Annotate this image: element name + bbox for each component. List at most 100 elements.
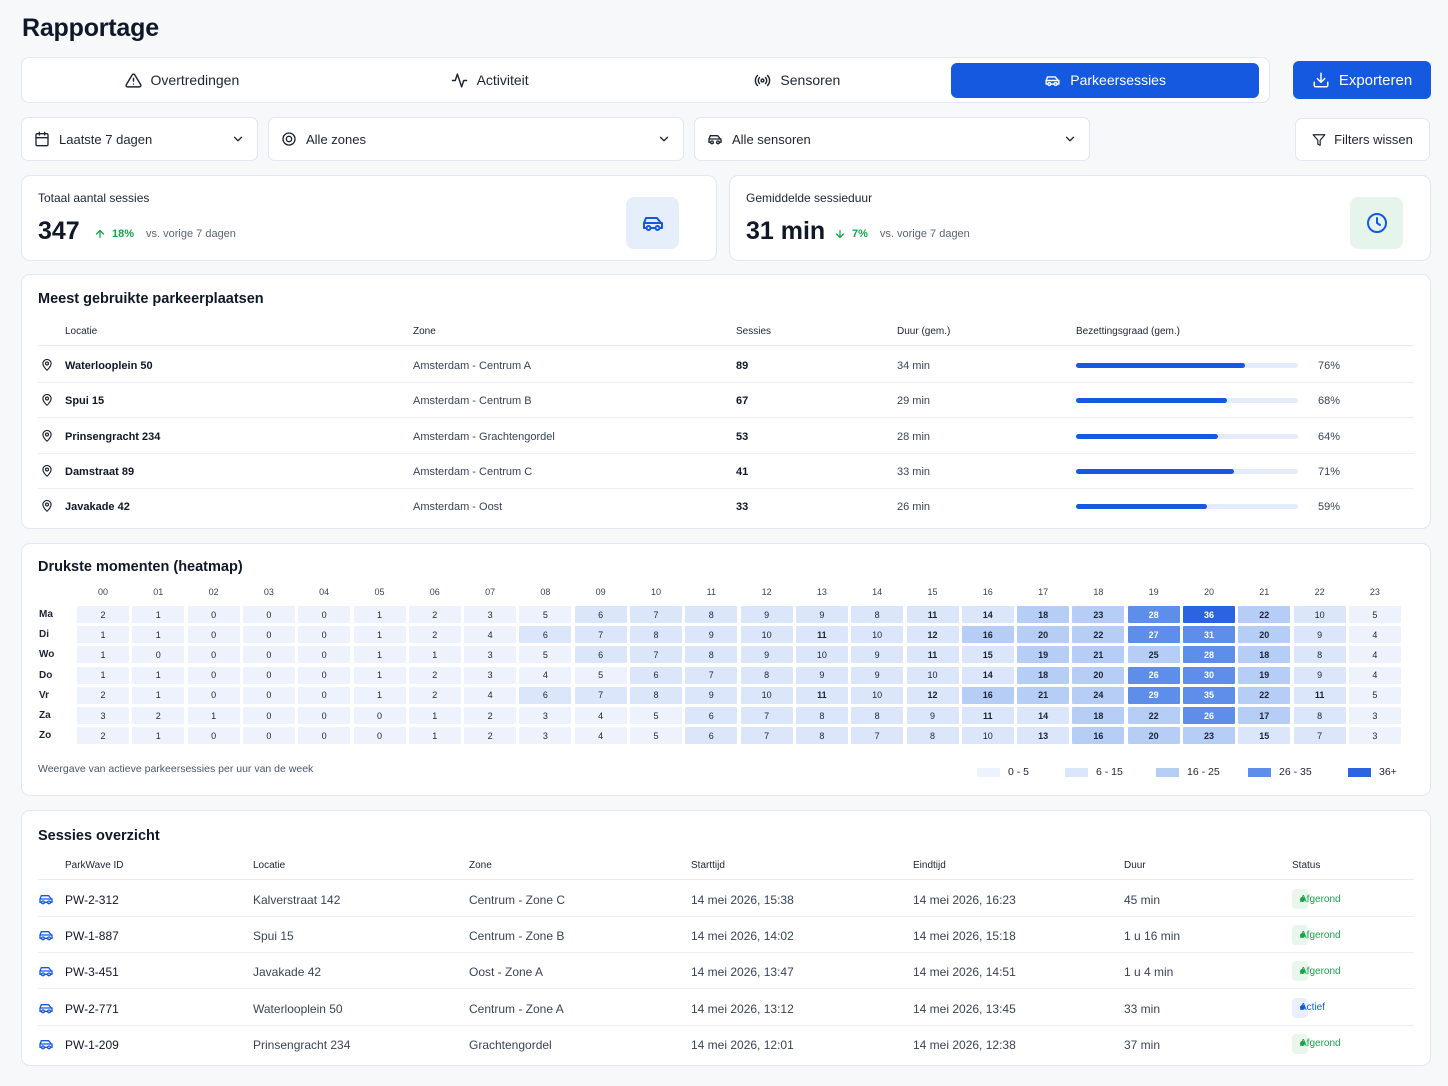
heatmap-cell: 5 xyxy=(1348,686,1401,704)
hour-label: 11 xyxy=(706,587,716,597)
export-button[interactable]: Exporteren xyxy=(1293,61,1431,99)
car-icon xyxy=(39,895,53,905)
session-zone: Centrum - Zone A xyxy=(469,1001,564,1016)
car-icon xyxy=(1045,75,1060,86)
heatmap-cell: 8 xyxy=(906,727,959,745)
heatmap-cell: 4 xyxy=(464,686,517,704)
heatmap-cell: 6 xyxy=(630,666,682,684)
session-end: 14 mei 2026, 16:23 xyxy=(913,893,1016,907)
heatmap-cell: 5 xyxy=(519,606,572,623)
table-row[interactable]: PW-1-209 Prinsengracht 234 Grachtengordel 1… xyxy=(38,1026,1414,1062)
status-badge: Afgerond xyxy=(1292,1033,1341,1054)
heatmap-cell: 0 xyxy=(298,686,351,704)
heatmap-cell: 0 xyxy=(187,686,240,704)
location-pin-icon xyxy=(42,394,52,407)
heatmap-cell: 11 xyxy=(906,606,959,623)
session-start: 14 mei 2026, 13:12 xyxy=(691,1001,794,1016)
legend-label: 36+ xyxy=(1379,766,1397,778)
heatmap-cell: 4 xyxy=(574,707,627,724)
heatmap-cell: 1 xyxy=(187,707,240,724)
heatmap-cell: 15 xyxy=(961,646,1014,664)
session-location: Javakade 42 xyxy=(253,965,322,980)
car-icon xyxy=(39,1003,53,1013)
table-row[interactable]: PW-3-451 Javakade 42 Oost - Zone A 14 mei 2… xyxy=(38,953,1414,990)
stat-label: Totaal aantal sessies xyxy=(38,191,150,205)
clear-filters-button[interactable]: Filters wissen xyxy=(1295,118,1430,161)
heatmap-cell: 16 xyxy=(961,686,1014,704)
table-row[interactable]: Damstraat 89 Amsterdam - Centrum C 41 33 mi… xyxy=(38,454,1414,489)
heatmap-cell: 0 xyxy=(242,606,295,623)
heatmap-cell: 9 xyxy=(685,626,738,644)
session-start: 14 mei 2026, 15:38 xyxy=(691,893,794,907)
car-icon xyxy=(39,967,53,977)
table-row[interactable]: PW-2-312 Kalverstraat 142 Centrum - Zone C… xyxy=(38,881,1414,917)
heatmap-cell: 6 xyxy=(519,686,572,704)
heatmap-cell: 18 xyxy=(1017,666,1070,684)
col-header: Zone xyxy=(469,860,492,871)
location-pin-icon xyxy=(42,429,52,442)
heatmap-cell: 35 xyxy=(1183,686,1235,704)
hour-label: 01 xyxy=(153,587,164,597)
hour-label: 21 xyxy=(1259,587,1270,597)
location-pin-icon xyxy=(42,500,52,513)
location-pin-icon xyxy=(42,358,52,372)
hour-label: 20 xyxy=(1203,587,1214,597)
legend-swatch xyxy=(1156,767,1179,777)
stat-change-pct: 7% xyxy=(852,228,868,240)
col-header: Locatie xyxy=(65,326,98,337)
heatmap-cell: 0 xyxy=(187,626,240,644)
heatmap-cell: 29 xyxy=(1127,686,1180,704)
heatmap-cell: 11 xyxy=(1293,686,1346,704)
heatmap-cell: 4 xyxy=(1348,646,1401,664)
heatmap-cell: 8 xyxy=(685,606,738,623)
heatmap-cell: 3 xyxy=(519,727,572,745)
tab-sensoren[interactable]: Sensoren xyxy=(644,63,952,98)
occupancy-pct: 68% xyxy=(1318,395,1341,408)
heatmap-cell: 3 xyxy=(77,707,129,724)
occupancy-bar-fill xyxy=(1076,468,1234,474)
table-row[interactable]: Javakade 42 Amsterdam - Oost 33 26 min 59% xyxy=(38,489,1414,524)
session-count: 33 xyxy=(736,501,749,514)
hour-label: 04 xyxy=(319,587,330,597)
stat-label: Gemiddelde sessieduur xyxy=(746,191,873,205)
table-row[interactable]: PW-1-887 Spui 15 Centrum - Zone B 14 mei 20… xyxy=(38,917,1414,954)
session-start: 14 mei 2026, 14:02 xyxy=(691,929,794,944)
export-label: Exporteren xyxy=(1338,71,1413,89)
tab-activiteit[interactable]: Activiteit xyxy=(336,63,644,98)
table-row[interactable]: PW-2-771 Waterlooplein 50 Centrum - Zone A… xyxy=(38,990,1414,1026)
heatmap-cell: 23 xyxy=(1183,727,1235,745)
heatmap-cell: 8 xyxy=(630,626,682,644)
table-row[interactable]: Prinsengracht 234 Amsterdam - Grachtengor… xyxy=(38,419,1414,454)
status-label: Afgerond xyxy=(1300,965,1341,977)
session-location: Kalverstraat 142 xyxy=(253,893,341,907)
status-label: Afgerond xyxy=(1300,1038,1341,1050)
table-row[interactable]: Spui 15 Amsterdam - Centrum B 67 29 min 68% xyxy=(38,383,1414,419)
occupancy-bar xyxy=(1076,468,1298,474)
heatmap-cell: 21 xyxy=(1072,646,1125,664)
stat-change: 7% vs. vorige 7 dagen xyxy=(834,228,970,240)
tab-overtredingen[interactable]: Overtredingen xyxy=(28,63,336,98)
heatmap-cell: 1 xyxy=(132,686,185,704)
legend-item: 26 - 35 xyxy=(1248,766,1312,778)
location-name: Prinsengracht 234 xyxy=(65,430,161,443)
zone-name: Amsterdam - Oost xyxy=(413,501,503,514)
tab-parkeersessies[interactable]: Parkeersessies xyxy=(951,62,1259,98)
zones-select[interactable]: Alle zones xyxy=(268,117,684,161)
heatmap-cell: 0 xyxy=(353,707,406,724)
occupancy-bar-fill xyxy=(1076,363,1245,368)
table-row[interactable]: Waterlooplein 50 Amsterdam - Centrum A 89 3… xyxy=(38,348,1414,383)
heatmap-cell: 0 xyxy=(242,727,295,745)
heatmap-cell: 0 xyxy=(242,646,295,664)
legend-item: 0 - 5 xyxy=(977,766,1029,778)
sensors-select[interactable]: Alle sensoren xyxy=(694,117,1090,161)
stat-value: 347 xyxy=(38,217,80,245)
report-tabs: Overtredingen Activiteit Sensoren Parkee… xyxy=(21,57,1270,103)
heatmap-cell: 0 xyxy=(298,626,351,644)
heatmap-cell: 1 xyxy=(353,686,406,704)
hour-label: 15 xyxy=(927,587,938,597)
heatmap-cell: 4 xyxy=(1348,626,1401,644)
session-count: 53 xyxy=(736,430,749,443)
legend-swatch xyxy=(1248,767,1271,777)
period-select[interactable]: Laatste 7 dagen xyxy=(21,117,258,161)
heatmap-cell: 2 xyxy=(408,666,461,684)
